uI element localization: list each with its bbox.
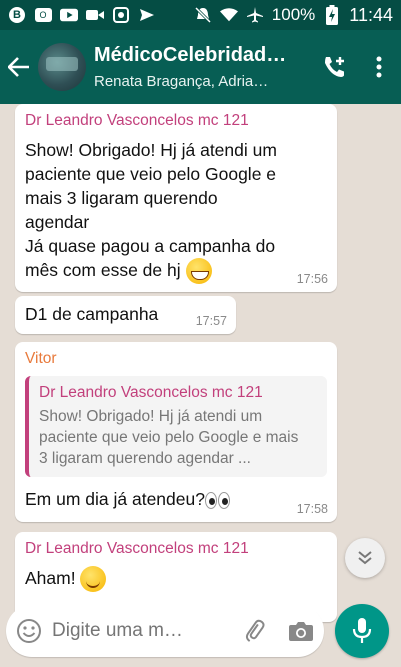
message-line: mais 3 ligaram querendo (25, 188, 218, 208)
more-options-button[interactable] (357, 30, 401, 104)
voice-message-button[interactable] (335, 604, 389, 658)
message-line: Já quase pagou a campanha do (25, 236, 276, 256)
add-call-icon (325, 57, 344, 77)
quoted-line: Show! Obrigado! Hj já atendi um (39, 408, 263, 425)
wifi-icon (219, 6, 238, 24)
message-sender: Dr Leandro Vasconcelos mc 121 (25, 112, 249, 129)
message-bubble[interactable]: Dr Leandro Vasconcelos mc 121 Show! Obri… (15, 104, 337, 292)
double-chevron-down-icon (358, 551, 372, 565)
message-input[interactable] (52, 620, 232, 642)
microphone-icon (352, 618, 372, 643)
add-call-button[interactable] (313, 30, 357, 104)
outlook-icon: O (34, 6, 52, 24)
attach-button[interactable] (232, 605, 278, 657)
eyes-emoji-icon (204, 491, 230, 509)
quoted-message[interactable]: Dr Leandro Vasconcelos mc 121 Show! Obri… (25, 376, 327, 477)
b-circle-icon: B (8, 6, 26, 24)
message-sender: Dr Leandro Vasconcelos mc 121 (25, 540, 249, 557)
emoji-button[interactable] (6, 605, 52, 657)
message-time: 17:58 (296, 502, 328, 516)
quoted-sender: Dr Leandro Vasconcelos mc 121 (39, 384, 263, 401)
group-avatar[interactable] (38, 43, 86, 91)
message-text-content: Em um dia já atendeu? (25, 489, 205, 509)
chat-participants: Renata Bragança, Adria… (94, 73, 269, 90)
back-button[interactable] (0, 30, 38, 104)
scroll-to-bottom-button[interactable] (345, 538, 385, 578)
camera-button[interactable] (278, 605, 324, 657)
message-line: agendar (25, 212, 90, 232)
battery-percentage: 100% (271, 5, 316, 24)
grin-emoji-icon (185, 258, 212, 285)
message-text: Em um dia já atendeu? (25, 487, 327, 511)
clock: 11:44 (349, 4, 393, 25)
status-notifications: B O (8, 6, 156, 24)
mute-icon (194, 6, 212, 24)
battery-charging-icon (323, 5, 341, 25)
airplane-icon (246, 6, 264, 24)
more-vert-icon (376, 56, 382, 78)
youtube-icon (60, 6, 78, 24)
chat-info[interactable]: MédicoCelebridad… Renata Bragança, Adria… (94, 44, 313, 90)
message-line: Show! Obrigado! Hj já atendi um (25, 140, 277, 160)
message-text: Aham! (25, 566, 327, 593)
quoted-line: 3 ligaram querendo agendar ... (39, 450, 251, 467)
quoted-line: paciente que veio pelo Google e mais (39, 429, 299, 446)
quoted-text: Show! Obrigado! Hj já atendi um paciente… (39, 406, 319, 469)
send-icon (138, 6, 156, 24)
message-line: paciente que veio pelo Google e (25, 164, 277, 184)
paperclip-icon (245, 619, 265, 642)
smile-emoji-icon (80, 566, 107, 593)
message-line: mês com esse de hj (25, 258, 327, 285)
message-text: Show! Obrigado! Hj já atendi um paciente… (25, 138, 327, 285)
arrow-left-icon (8, 57, 29, 77)
camera-icon (289, 622, 313, 641)
status-system: 100% 11:44 (194, 5, 393, 26)
vpn-icon (112, 6, 130, 24)
message-text-content: Aham! (25, 568, 76, 588)
video-icon (86, 6, 104, 24)
chat-header: MédicoCelebridad… Renata Bragança, Adria… (0, 30, 401, 104)
emoji-icon (17, 619, 41, 643)
chat-title: MédicoCelebridad… (94, 44, 287, 66)
message-composer (6, 605, 324, 657)
message-line-text: mês com esse de hj (25, 260, 181, 280)
message-time: 17:56 (296, 272, 328, 286)
status-bar: B O 100% 11:44 (0, 0, 401, 30)
message-bubble[interactable]: Vitor Dr Leandro Vasconcelos mc 121 Show… (15, 342, 337, 522)
message-sender: Vitor (25, 350, 57, 367)
message-time: 17:57 (195, 314, 227, 328)
message-bubble[interactable]: D1 de campanha 17:57 (15, 296, 236, 334)
